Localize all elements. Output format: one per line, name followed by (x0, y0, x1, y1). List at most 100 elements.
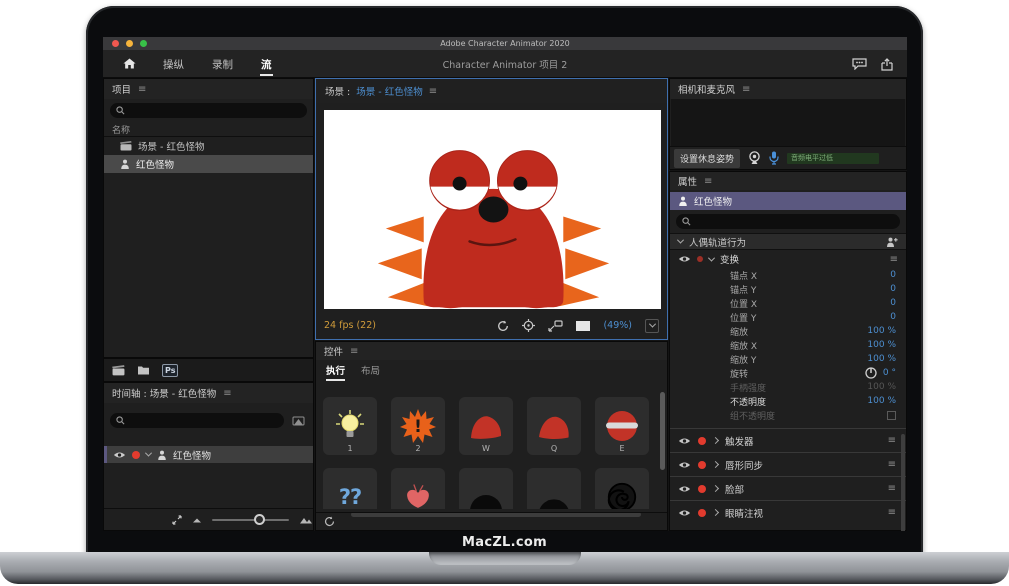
puppet-track-behaviors-group[interactable]: 人偶轨道行为 (670, 233, 906, 250)
trigger-tile-black-dome-1[interactable] (459, 468, 513, 509)
property-value[interactable]: 100 % (867, 396, 896, 406)
property-value[interactable]: 0 ° (883, 368, 896, 378)
photoshop-icon[interactable]: Ps (162, 364, 178, 377)
rotation-dial-icon[interactable] (865, 367, 877, 379)
trigger-tile-dome-q[interactable]: Q (527, 397, 581, 455)
track-expand-chevron-icon[interactable] (145, 450, 152, 457)
eye-icon[interactable] (678, 437, 691, 445)
property-value[interactable]: 100 % (867, 340, 896, 350)
controls-tab-perform[interactable]: 执行 (326, 363, 345, 381)
eye-icon[interactable] (678, 485, 691, 493)
eye-icon[interactable] (678, 509, 691, 517)
property-row[interactable]: 缩放 100 % (670, 324, 906, 338)
timeline-panel-menu-icon[interactable]: ≡ (223, 388, 231, 399)
behavior-row-face[interactable]: 脸部 ≡ (670, 476, 906, 500)
properties-search-input[interactable] (676, 214, 900, 229)
behavior-menu-icon[interactable]: ≡ (888, 507, 896, 518)
arm-record-dot[interactable] (698, 485, 706, 493)
fit-timeline-icon[interactable] (172, 515, 182, 525)
tab-record[interactable]: 录制 (211, 51, 234, 77)
arm-record-dot[interactable] (698, 437, 706, 445)
eye-icon[interactable] (678, 461, 691, 469)
behavior-menu-icon[interactable]: ≡ (888, 483, 896, 494)
property-value[interactable]: 0 (890, 284, 896, 294)
trigger-tile-question-marks[interactable]: ?? (323, 468, 377, 509)
controls-tab-layout[interactable]: 布局 (361, 363, 380, 381)
property-row[interactable]: 缩放 X 100 % (670, 338, 906, 352)
timeline-track-row[interactable]: 红色怪物 (104, 446, 313, 463)
chevron-right-icon[interactable] (712, 509, 719, 516)
property-value[interactable]: 100 % (867, 326, 896, 336)
behavior-row-eye-gaze[interactable]: 眼睛注视 ≡ (670, 500, 906, 524)
scene-canvas[interactable] (324, 110, 661, 309)
properties-panel-menu-icon[interactable]: ≡ (704, 176, 712, 187)
tab-rig[interactable]: 操纵 (162, 51, 185, 77)
trigger-tile-burst[interactable]: ! 2 (391, 397, 445, 455)
property-row[interactable]: 不透明度 100 % (670, 394, 906, 408)
track-visible-eye-icon[interactable] (113, 451, 126, 459)
trigger-tile-black-dome-2[interactable] (527, 468, 581, 509)
project-panel-menu-icon[interactable]: ≡ (138, 84, 146, 95)
trigger-tile-dome-w[interactable]: W (459, 397, 513, 455)
property-row[interactable]: 手柄强度 100 % (670, 380, 906, 394)
behavior-row-lip-sync[interactable]: 唇形同步 ≡ (670, 452, 906, 476)
transform-behavior-row[interactable]: 变换 ≡ (670, 250, 906, 268)
frame-preview-icon[interactable] (576, 321, 590, 331)
zoom-out-mountain-icon[interactable] (192, 517, 202, 523)
behavior-row-triggers[interactable]: 触发器 ≡ (670, 428, 906, 452)
property-value[interactable]: 0 (890, 312, 896, 322)
behavior-menu-icon[interactable]: ≡ (888, 435, 896, 446)
scene-panel-menu-icon[interactable]: ≡ (429, 86, 437, 97)
trigger-tile-apple[interactable] (391, 468, 445, 509)
refresh-scene-icon[interactable] (497, 320, 509, 332)
controls-panel-menu-icon[interactable]: ≡ (350, 346, 358, 357)
property-row[interactable]: 缩放 Y 100 % (670, 352, 906, 366)
timeline-search-input[interactable] (110, 413, 284, 428)
project-item-scene[interactable]: 场景 - 红色怪物 (104, 137, 313, 155)
project-search-input[interactable] (110, 103, 307, 118)
tab-stream[interactable]: 流 (260, 51, 273, 77)
set-rest-pose-button[interactable]: 设置休息姿势 (674, 149, 740, 168)
properties-scrollbar[interactable] (901, 434, 905, 531)
arm-record-dot[interactable] (698, 509, 706, 517)
arm-record-dot[interactable] (697, 256, 703, 262)
project-item-puppet[interactable]: 红色怪物 (104, 155, 313, 173)
property-row[interactable]: 锚点 Y 0 (670, 282, 906, 296)
zoom-in-mountain-icon[interactable] (299, 516, 313, 524)
controls-vertical-scrollbar[interactable] (660, 392, 665, 470)
property-row[interactable]: 位置 Y 0 (670, 310, 906, 324)
behavior-menu-icon[interactable]: ≡ (888, 459, 896, 470)
export-share-icon[interactable] (881, 58, 893, 71)
eye-icon[interactable] (678, 255, 691, 263)
trigger-tile-spiral[interactable] (595, 468, 649, 509)
camera-panel-menu-icon[interactable]: ≡ (742, 84, 750, 95)
trigger-tile-circle-stripe[interactable]: E (595, 397, 649, 455)
webcam-icon[interactable] (748, 151, 761, 165)
scene-title-name[interactable]: 场景 - 红色怪物 (356, 84, 422, 98)
chevron-right-icon[interactable] (712, 437, 719, 444)
property-value[interactable]: 100 % (867, 354, 896, 364)
feedback-chat-icon[interactable] (852, 58, 867, 70)
selected-puppet-row[interactable]: 红色怪物 (670, 192, 906, 210)
timeline-zoom-slider-knob[interactable] (254, 514, 265, 525)
property-value[interactable]: 0 (890, 270, 896, 280)
property-row[interactable]: 锚点 X 0 (670, 268, 906, 282)
property-row[interactable]: 位置 X 0 (670, 296, 906, 310)
camera-reset-icon[interactable] (522, 319, 535, 332)
group-opacity-checkbox[interactable] (887, 411, 896, 420)
property-row-group-opacity[interactable]: 组不透明度 (670, 408, 906, 422)
timeline-takes-icon[interactable] (292, 416, 305, 426)
timeline-zoom-slider[interactable] (212, 519, 289, 521)
chevron-right-icon[interactable] (712, 485, 719, 492)
refresh-controls-icon[interactable] (324, 516, 335, 527)
arm-record-dot[interactable] (698, 461, 706, 469)
zoom-dropdown-button[interactable] (645, 319, 659, 333)
scene-zoom-level[interactable]: (49%) (603, 320, 632, 331)
folder-icon[interactable] (137, 365, 150, 375)
chevron-right-icon[interactable] (712, 461, 719, 468)
property-row-rotation[interactable]: 旋转 0 ° (670, 366, 906, 380)
transform-menu-icon[interactable]: ≡ (890, 254, 898, 265)
microphone-icon[interactable] (769, 151, 779, 165)
scene-dock-icon[interactable] (112, 365, 125, 376)
add-behavior-icon[interactable] (886, 237, 898, 247)
